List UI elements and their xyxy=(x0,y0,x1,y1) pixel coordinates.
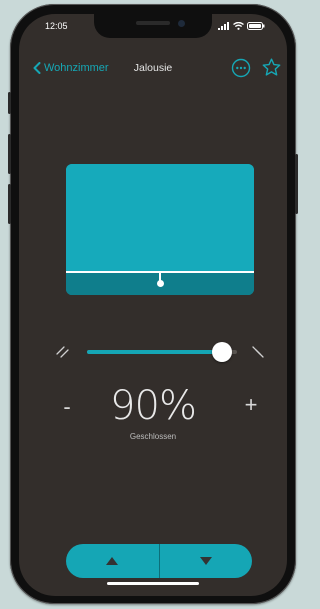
app-screen: 12:05 Wohnzimmer Jalousie - 90% + Geschl… xyxy=(19,14,287,596)
home-indicator[interactable] xyxy=(107,582,199,585)
blind-control-bar xyxy=(66,544,252,578)
more-circle-icon[interactable] xyxy=(231,58,251,78)
status-time: 12:05 xyxy=(45,21,68,31)
power-button xyxy=(295,154,298,214)
star-icon[interactable] xyxy=(261,57,282,78)
move-down-button[interactable] xyxy=(160,544,253,578)
blind-pull-knob xyxy=(156,280,164,287)
status-icons xyxy=(218,22,265,30)
volume-down-button xyxy=(8,184,11,224)
battery-icon xyxy=(247,22,265,30)
speaker xyxy=(136,21,170,25)
slider-open-icon[interactable] xyxy=(55,344,71,360)
arrow-up-icon xyxy=(106,557,119,565)
signal-icon xyxy=(218,22,229,30)
blind-visualization xyxy=(66,164,254,295)
slider-close-icon[interactable] xyxy=(250,344,266,360)
position-slider[interactable] xyxy=(87,342,237,362)
position-slider-thumb[interactable] xyxy=(212,342,232,362)
move-up-button[interactable] xyxy=(66,544,159,578)
increase-button[interactable]: + xyxy=(241,392,261,418)
notch xyxy=(94,14,212,38)
blind-covered-area xyxy=(66,164,254,272)
mute-switch xyxy=(8,92,11,114)
volume-up-button xyxy=(8,134,11,174)
position-state: Geschlossen xyxy=(129,432,177,441)
position-slider-fill xyxy=(87,350,222,354)
wifi-icon xyxy=(233,22,244,30)
arrow-down-icon xyxy=(199,557,212,565)
front-camera xyxy=(178,20,185,27)
